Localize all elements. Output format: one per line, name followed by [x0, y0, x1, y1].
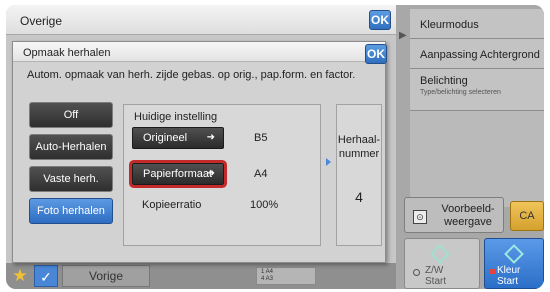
color-start-line2: Start	[497, 276, 519, 287]
arrow-right-icon: ➜	[206, 132, 215, 143]
menu-empty-space	[410, 111, 544, 207]
color-start-line1: Kleur	[497, 265, 521, 276]
other-settings-ok-button[interactable]: OK	[369, 10, 391, 30]
original-button[interactable]: Origineel ➜	[132, 127, 224, 149]
menu-item-background-adjust[interactable]: Aanpassing Achtergrond	[410, 39, 544, 69]
dialog-titlebar: Opmaak herhalen OK	[13, 42, 387, 64]
repeat-layout-dialog: Opmaak herhalen OK Autom. opmaak van her…	[12, 41, 387, 263]
current-settings-panel: Huidige instelling Origineel ➜ B5 Papier…	[123, 104, 321, 246]
menu-item-exposure[interactable]: Belichting Type/belichting selecteren	[410, 69, 544, 111]
repeat-count-label-line1: Herhaal-	[337, 134, 381, 146]
original-label: Origineel	[143, 132, 188, 144]
bw-start-line1: Z/W	[425, 265, 444, 276]
paper-size-value: A4	[254, 168, 268, 180]
preview-label-line1: Voorbeeld-	[441, 203, 495, 215]
dialog-ok-button[interactable]: OK	[365, 44, 387, 64]
color-start-label: Kleur Start	[497, 265, 520, 287]
preview-button[interactable]: ⊙ Voorbeeld- weergave	[404, 197, 504, 233]
page-row: 1 A4	[261, 269, 274, 275]
chevron-right-icon[interactable]: ▶	[399, 30, 407, 41]
bottom-bar: ★ ✓ Vorige 1 A4 4 A3	[6, 263, 396, 289]
bw-indicator-icon	[413, 269, 420, 276]
mode-photo-repeat-button[interactable]: Foto herhalen	[29, 198, 113, 224]
exposure-label: Belichting	[420, 75, 468, 87]
current-settings-heading: Huidige instelling	[134, 111, 218, 123]
diamond-icon	[430, 244, 450, 264]
copy-ratio-label: Kopieerratio	[142, 199, 202, 211]
original-value: B5	[254, 132, 268, 144]
back-button[interactable]: Vorige	[62, 265, 150, 287]
repeat-count-value: 4	[355, 189, 363, 205]
star-icon[interactable]: ★	[10, 266, 30, 286]
settings-menu: Kleurmodus Aanpassing Achtergrond Belich…	[410, 9, 544, 207]
screen-frame: Overige OK ★ ✓ Vorige 1 A4 4 A3 ▶ Kleurm…	[6, 5, 544, 289]
repeat-count-label-line2: nummer	[338, 148, 380, 160]
repeat-count-label: Herhaal- nummer	[337, 133, 381, 161]
dialog-description: Autom. opmaak van herh. zijde gebas. op …	[27, 69, 356, 81]
dialog-title: Opmaak herhalen	[23, 47, 111, 59]
mode-fixed-repeat-button[interactable]: Vaste herh.	[29, 166, 113, 192]
diamond-icon	[504, 244, 524, 264]
bw-start-button[interactable]: Z/W Start	[404, 238, 480, 289]
paper-size-button[interactable]: Papierformaat ➜	[132, 163, 224, 185]
arrow-right-icon	[326, 158, 331, 166]
repeat-count-panel: Herhaal- nummer 4	[336, 104, 382, 246]
page-row: 4 A3	[261, 276, 274, 282]
color-indicator-icon	[490, 269, 495, 274]
exposure-sub-label: Type/belichting selecteren	[420, 89, 501, 96]
mode-off-button[interactable]: Off	[29, 102, 113, 128]
preview-label-line2: weergave	[444, 216, 492, 228]
check-icon[interactable]: ✓	[34, 265, 58, 287]
bw-start-line2: Start	[425, 276, 447, 287]
other-settings-title: Overige	[20, 14, 63, 28]
copy-ratio-value: 100%	[250, 199, 279, 211]
paper-size-label: Papierformaat	[143, 168, 213, 180]
preview-icon: ⊙	[413, 210, 427, 224]
color-start-button[interactable]: Kleur Start	[484, 238, 544, 289]
mode-auto-repeat-button[interactable]: Auto-Herhalen	[29, 134, 113, 160]
other-settings-titlebar: Overige OK	[6, 5, 396, 35]
menu-item-color-mode[interactable]: Kleurmodus	[410, 9, 544, 39]
ca-button[interactable]: CA	[510, 201, 544, 231]
arrow-right-icon: ➜	[206, 168, 215, 179]
page-size-indicator: 1 A4 4 A3	[256, 267, 316, 285]
bw-start-label: Z/W Start	[425, 265, 446, 287]
preview-label: Voorbeeld- weergave	[435, 203, 501, 229]
